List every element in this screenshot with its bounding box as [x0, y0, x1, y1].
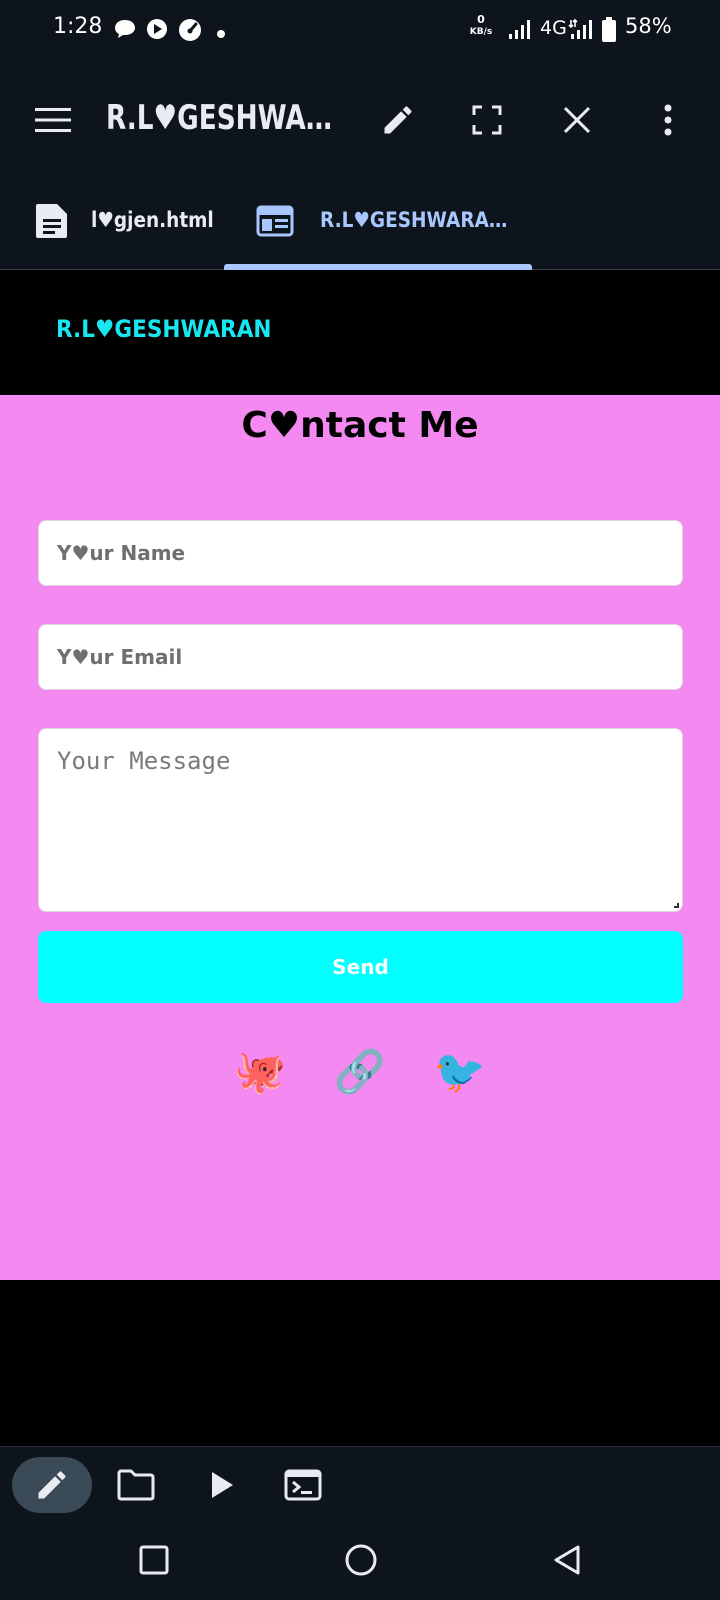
tab-label: R.L♥GESHWARA…	[320, 208, 508, 232]
play-notification-icon	[146, 18, 168, 44]
play-icon	[212, 1472, 233, 1498]
network-type: 4G	[540, 17, 567, 39]
run-button[interactable]	[182, 1457, 262, 1513]
edit-icon	[384, 106, 412, 134]
name-placeholder: Y♥ur Name	[57, 541, 186, 565]
terminal-icon	[284, 1469, 322, 1501]
close-icon	[563, 106, 591, 134]
active-tab-indicator	[224, 264, 532, 270]
battery-icon	[601, 17, 617, 47]
recents-button[interactable]	[129, 1535, 179, 1585]
email-placeholder: Y♥ur Email	[57, 645, 183, 669]
site-logo[interactable]: R.L♥GESHWARAN	[56, 315, 271, 343]
email-input[interactable]: Y♥ur Email	[38, 624, 683, 690]
website-link-icon[interactable]: 🔗	[333, 1045, 387, 1099]
home-button[interactable]	[336, 1535, 386, 1585]
back-triangle-icon	[554, 1545, 580, 1575]
github-link-icon[interactable]: 🐙	[233, 1045, 287, 1099]
message-textarea[interactable]: Your Message	[38, 728, 683, 912]
speed-notification-icon	[178, 18, 202, 46]
name-input[interactable]: Y♥ur Name	[38, 520, 683, 586]
battery-percent: 58%	[625, 14, 672, 38]
folder-icon	[117, 1469, 155, 1501]
editor-mode-button[interactable]	[12, 1457, 92, 1513]
menu-button[interactable]	[23, 90, 83, 150]
resize-grip-icon[interactable]	[674, 903, 679, 908]
fullscreen-icon	[472, 105, 502, 135]
chat-notification-icon	[113, 18, 137, 44]
send-button[interactable]: Send	[38, 931, 683, 1003]
close-button[interactable]	[547, 90, 607, 150]
browser-preview-icon	[256, 205, 294, 237]
net-speed-unit: KB/s	[469, 27, 493, 37]
terminal-button[interactable]	[263, 1457, 343, 1513]
file-tab-bar: l♥gjen.html R.L♥GESHWARA…	[0, 180, 720, 270]
contact-title: C♥ntact Me	[241, 405, 479, 446]
document-icon	[36, 204, 67, 238]
bottom-toolbar	[0, 1446, 720, 1521]
fullscreen-button[interactable]	[457, 90, 517, 150]
back-button[interactable]	[542, 1535, 592, 1585]
home-circle-icon	[345, 1544, 377, 1576]
message-placeholder: Your Message	[57, 747, 231, 775]
files-button[interactable]	[96, 1457, 176, 1513]
net-speed-value: 0	[477, 13, 485, 26]
more-vert-icon	[664, 104, 672, 136]
signal-data-icon	[568, 18, 594, 44]
twitter-link-icon[interactable]: 🐦	[433, 1045, 487, 1099]
recents-square-icon	[139, 1545, 169, 1575]
app-title: R.L♥GESHWA…	[106, 98, 333, 138]
more-notifications-dot-icon	[216, 24, 226, 43]
edit-button[interactable]	[368, 90, 428, 150]
status-time: 1:28	[53, 14, 103, 39]
signal-icon	[508, 18, 532, 44]
app-bar: R.L♥GESHWA…	[0, 60, 720, 180]
tab-logjen-html[interactable]: l♥gjen.html	[0, 180, 222, 269]
net-speed: 0 KB/s	[468, 14, 494, 38]
tab-preview[interactable]: R.L♥GESHWARA…	[224, 180, 532, 269]
site-header: R.L♥GESHWARAN	[0, 271, 720, 395]
edit-icon	[38, 1471, 66, 1499]
tab-label: l♥gjen.html	[91, 208, 214, 232]
contact-section: C♥ntact Me Y♥ur Name Y♥ur Email Your Mes…	[0, 395, 720, 1280]
more-options-button[interactable]	[638, 90, 698, 150]
system-nav-bar	[0, 1521, 720, 1600]
status-bar: 1:28 0 KB/s 4G 58%	[0, 0, 720, 60]
menu-icon	[35, 108, 71, 132]
